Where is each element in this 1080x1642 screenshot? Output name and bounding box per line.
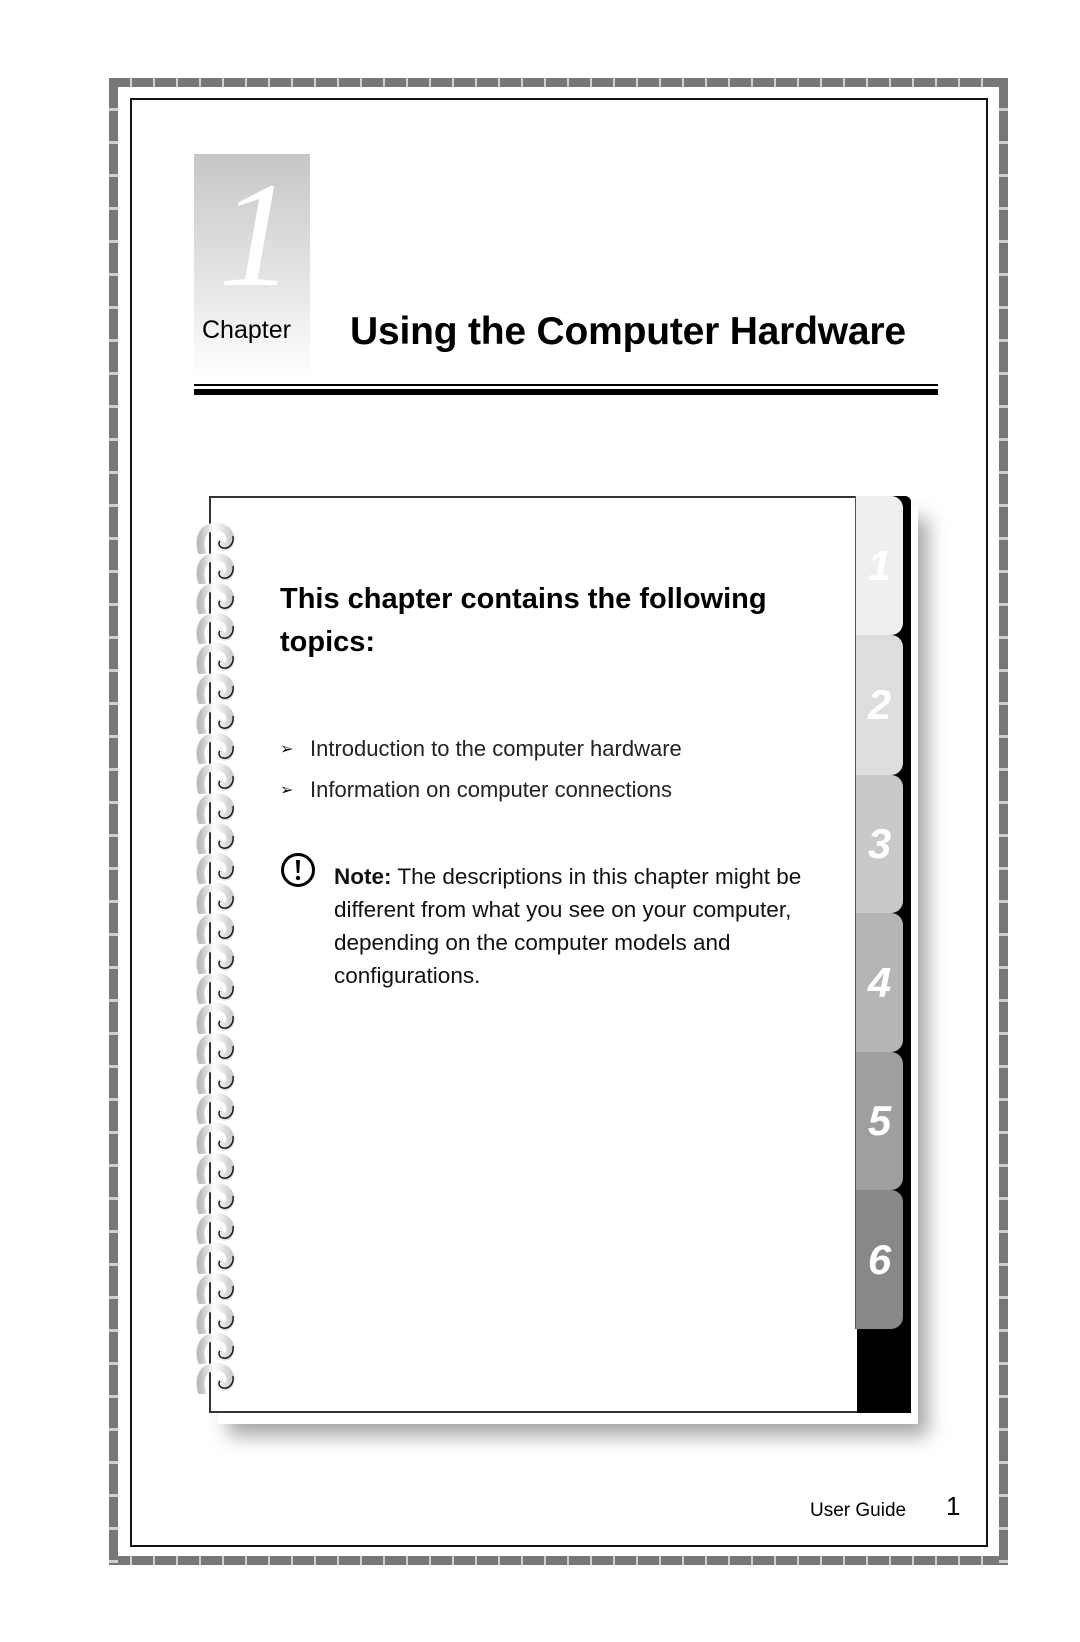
spiral-ring-icon [196,522,235,554]
spiral-ring-icon [196,852,235,884]
spiral-ring-icon [196,702,235,734]
tab-label: 2 [867,681,892,728]
spiral-ring-icon [196,972,235,1004]
border-bottom [109,1556,1008,1565]
chapter-tab-5: 5 [855,1052,903,1190]
title-rule-thick [194,389,938,395]
tab-label: 1 [867,541,892,589]
page-number: 1 [946,1491,961,1521]
spiral-ring-icon [196,1152,235,1184]
chapter-tab-4: 4 [855,913,903,1052]
topic-item: ➢ Information on computer connections [280,769,682,810]
tab-label: 6 [867,1235,892,1283]
tab-label: 5 [867,1097,892,1144]
spiral-ring-icon [196,1062,235,1094]
tab-label: 3 [867,820,892,867]
chapter-tab-2: 2 [855,635,903,775]
spiral-ring-icon [196,1362,235,1394]
spiral-ring-icon [196,792,235,824]
chapter-tab-6: 6 [855,1190,903,1329]
border-left [109,78,118,1565]
spiral-ring-icon [196,1122,235,1154]
spiral-ring-icon [196,1032,235,1064]
spiral-ring-icon [196,762,235,794]
spiral-ring-icon [196,942,235,974]
spiral-ring-icon [196,882,235,914]
spiral-ring-icon [196,912,235,944]
spiral-ring-icon [196,1332,235,1364]
border-right [999,78,1008,1565]
topic-text: Information on computer connections [310,776,672,802]
chapter-tab-1: 1 [855,496,903,635]
spiral-ring-icon [196,612,235,644]
chapter-number: 1 [218,152,294,318]
spiral-ring-icon [196,642,235,674]
spiral-ring-icon [196,672,235,704]
note-text: Note: The descriptions in this chapter m… [334,860,824,992]
chapter-title: Using the Computer Hardware [350,310,906,353]
spiral-ring-icon [196,582,235,614]
tab-label: 4 [867,958,892,1006]
note-label: Note: [334,864,392,889]
spiral-ring-icon [196,822,235,854]
topic-item: ➢ Introduction to the computer hardware [280,728,682,769]
border-top [109,78,1008,87]
spiral-ring-icon [196,552,235,584]
spiral-ring-icon [196,1092,235,1124]
spiral-ring-icon [196,732,235,764]
spiral-ring-icon [196,1272,235,1304]
chapter-badge: 1 Chapter [194,154,310,380]
topic-text: Introduction to the computer hardware [310,735,682,761]
spiral-ring-icon [196,1242,235,1274]
spiral-ring-icon [196,1002,235,1034]
footer-label: User Guide [810,1500,907,1521]
spiral-ring-icon [196,1212,235,1244]
arrowhead-bullet-icon: ➢ [280,781,294,799]
arrowhead-bullet-icon: ➢ [280,740,294,758]
spiral-ring-icon [196,1302,235,1334]
chapter-label: Chapter [202,316,291,344]
exclamation-circle-icon [281,853,315,887]
spiral-ring-icon [196,1182,235,1214]
topics-list: ➢ Introduction to the computer hardware … [280,728,682,810]
topics-heading: This chapter contains the following topi… [280,583,767,658]
chapter-tab-3: 3 [855,775,903,913]
note-body: The descriptions in this chapter might b… [334,864,802,988]
title-rule-thin [194,384,938,386]
